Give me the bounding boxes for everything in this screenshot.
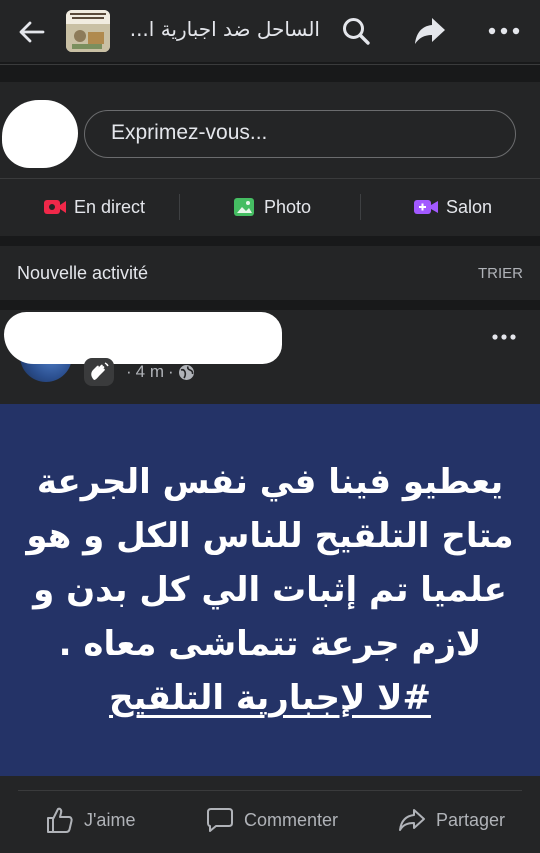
sort-button[interactable]: TRIER <box>478 265 523 282</box>
thumbs-up-icon <box>47 807 73 833</box>
post-text-line: لازم جرعة تتماشى معاه . <box>58 624 482 664</box>
arrow-left-icon <box>19 21 45 43</box>
share-button[interactable] <box>412 14 448 48</box>
post-text-line: علميا تم إثبات الي كل بدن و <box>33 570 507 610</box>
live-video-button[interactable]: En direct <box>44 192 145 222</box>
video-room-label: Salon <box>446 196 493 217</box>
meta-separator: · <box>126 362 132 381</box>
member-badge[interactable] <box>84 358 114 386</box>
post-text-line: يعطيو فينا في نفس الجرعة <box>36 462 504 502</box>
post-hashtag[interactable]: #لا لإجبارية التلقيح <box>109 671 431 725</box>
more-horizontal-icon <box>492 334 516 340</box>
share-label: Partager <box>436 809 506 830</box>
post-actions-divider <box>18 790 522 791</box>
composer-divider <box>0 178 540 179</box>
search-icon <box>343 18 370 45</box>
share-post-button[interactable]: Partager <box>398 803 505 837</box>
activity-label: Nouvelle activité <box>17 263 149 283</box>
globe-icon <box>178 364 194 380</box>
video-room-icon <box>414 200 438 214</box>
composer-input[interactable]: Exprimez-vous... <box>84 110 516 158</box>
post-text-line: متاح التلقيح للناس الكل و هو <box>26 516 514 556</box>
group-thumbnail[interactable] <box>66 10 110 52</box>
post-text-card: يعطيو فينا في نفس الجرعة متاح التلقيح لل… <box>0 404 540 776</box>
share-icon <box>399 809 425 831</box>
activity-bar: Nouvelle activité TRIER <box>0 246 540 300</box>
photo-label: Photo <box>264 196 312 217</box>
meta-separator: · <box>168 362 174 381</box>
back-button[interactable] <box>14 14 50 50</box>
post-time[interactable]: 4 m <box>136 362 164 382</box>
more-options-button[interactable] <box>484 18 524 44</box>
like-button[interactable]: J'aime <box>46 803 135 837</box>
post-options-button[interactable] <box>486 328 522 346</box>
photo-icon <box>234 198 254 216</box>
live-video-label: En direct <box>74 196 146 217</box>
live-video-icon <box>44 200 66 214</box>
more-horizontal-icon <box>488 27 520 35</box>
search-button[interactable] <box>340 14 372 48</box>
like-label: J'aime <box>84 809 136 830</box>
author-name-redacted[interactable] <box>4 312 282 364</box>
user-avatar-redacted[interactable] <box>2 100 78 168</box>
share-icon <box>415 18 445 44</box>
photo-button[interactable]: Photo <box>234 192 311 222</box>
header-separator <box>0 62 540 82</box>
comment-label: Commenter <box>244 809 339 830</box>
action-divider <box>360 194 361 220</box>
group-title[interactable]: الساحل ضد اجبارية ا... <box>120 17 320 45</box>
action-divider <box>179 194 180 220</box>
group-cover-image <box>66 10 110 52</box>
video-room-button[interactable]: Salon <box>414 192 492 222</box>
post-meta: · 4 m · <box>84 358 195 386</box>
comment-button[interactable]: Commenter <box>206 803 338 837</box>
wave-hand-icon <box>91 362 109 380</box>
comment-icon <box>207 808 233 832</box>
